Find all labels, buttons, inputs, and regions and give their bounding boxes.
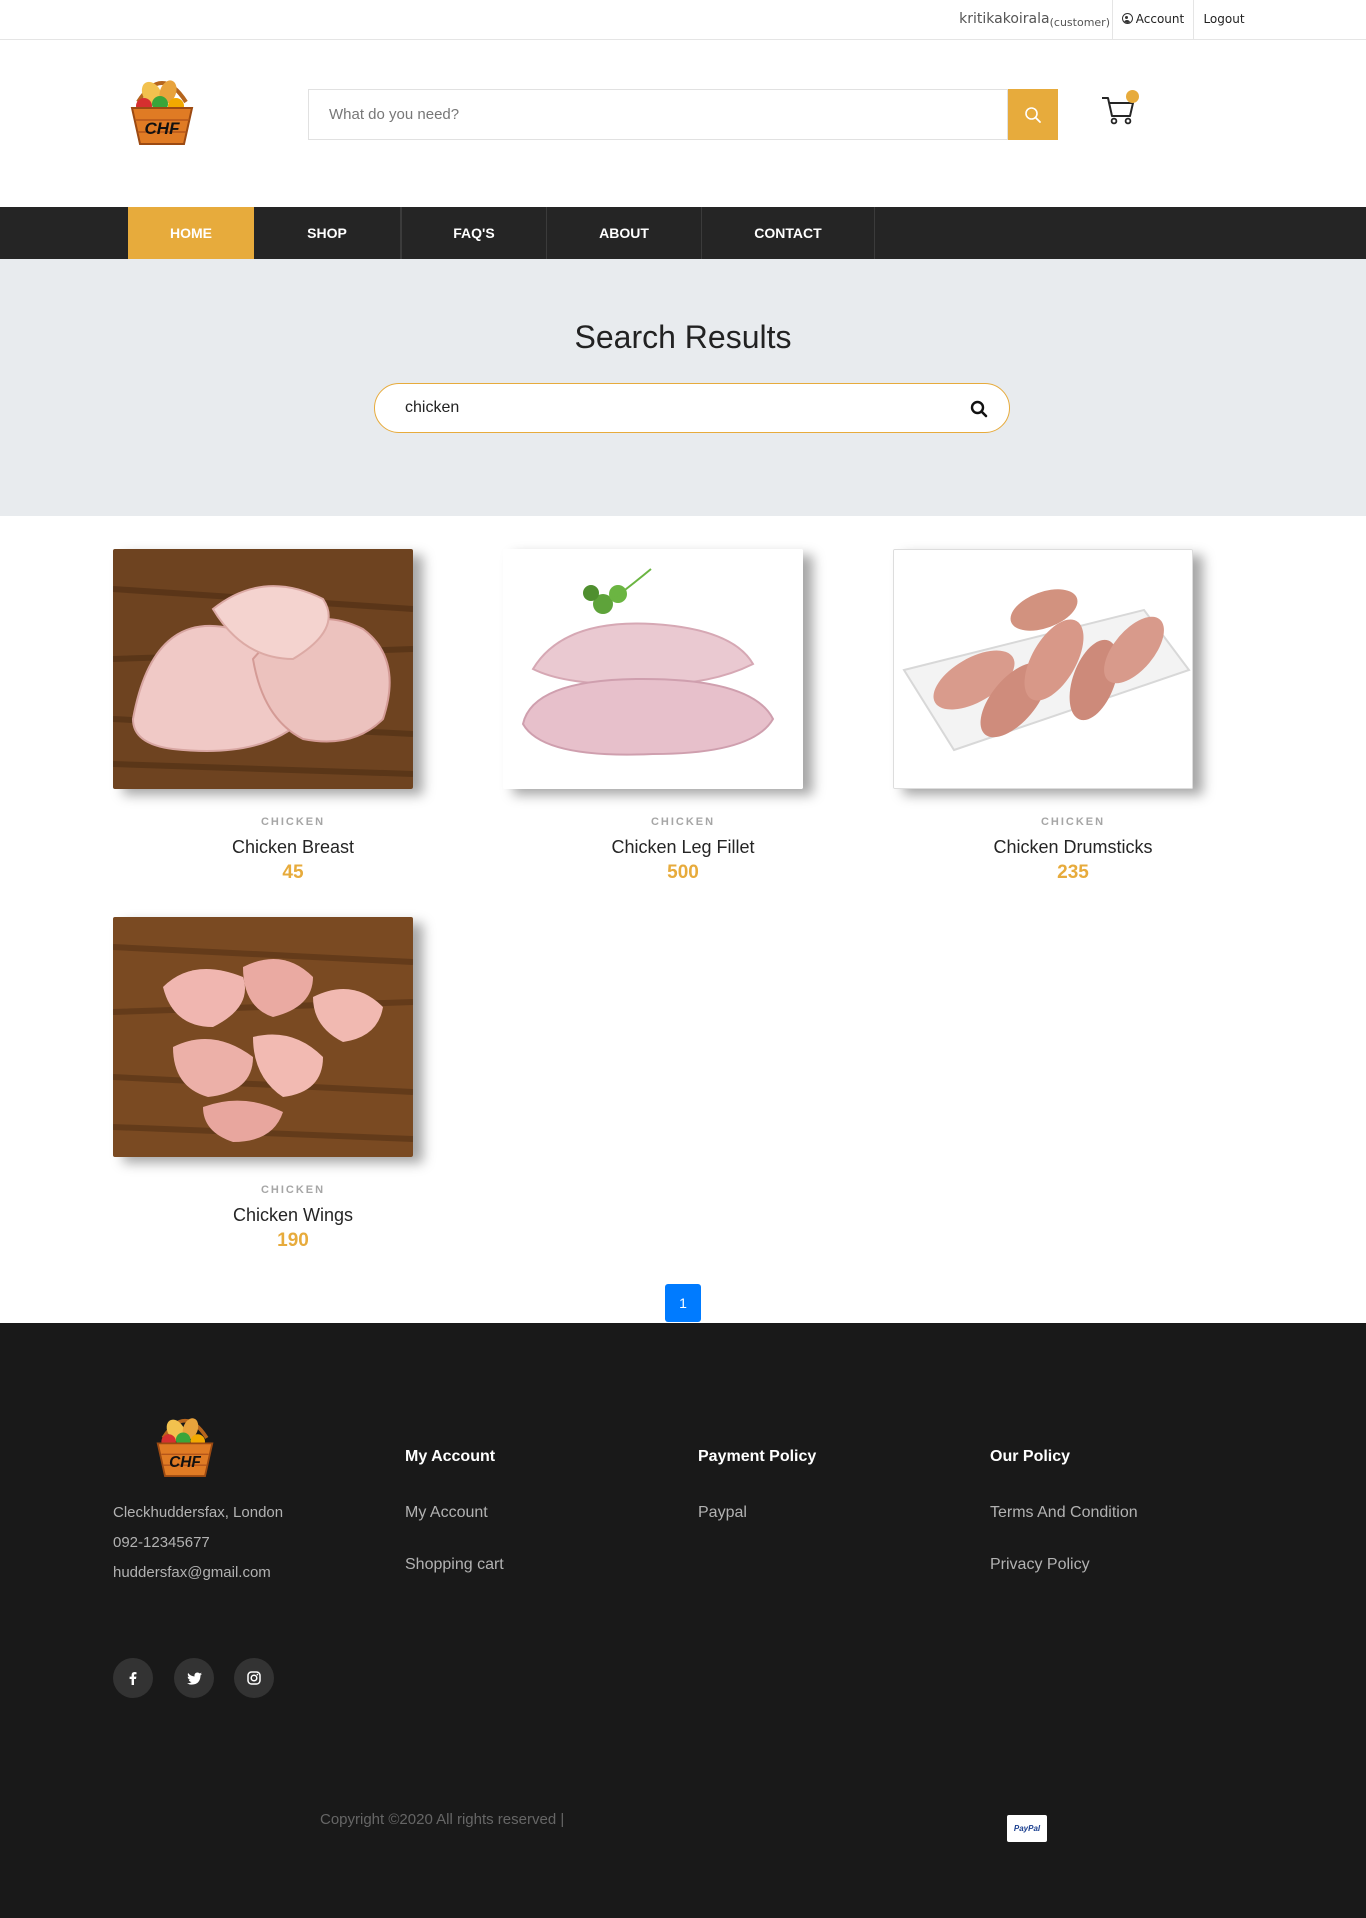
results-search: [374, 383, 1010, 433]
product-card: CHICKEN Chicken Leg Fillet 500: [503, 549, 823, 909]
twitter-button[interactable]: [174, 1658, 214, 1698]
logo-text: CHF: [145, 119, 181, 138]
paypal-badge-label: PayPal: [1013, 1824, 1041, 1833]
site-logo[interactable]: CHF: [118, 68, 206, 156]
footer-address: Cleckhuddersfax, London: [113, 1504, 284, 1521]
search-icon: [1025, 106, 1041, 123]
footer-email[interactable]: huddersfax@gmail.com: [113, 1564, 271, 1581]
nav-shop[interactable]: SHOP: [254, 207, 401, 259]
product-price: 235: [1057, 862, 1089, 883]
user-role: (customer): [1049, 16, 1110, 29]
account-link[interactable]: Account: [1112, 0, 1194, 40]
product-price: 190: [277, 1230, 309, 1251]
header-search-button[interactable]: [1008, 89, 1058, 140]
logout-link[interactable]: Logout: [1194, 0, 1254, 40]
main-nav: HOME SHOP FAQ'S ABOUT CONTACT: [0, 207, 1366, 259]
search-icon[interactable]: [969, 399, 989, 419]
results-search-input[interactable]: [375, 384, 935, 432]
account-label: Account: [1135, 12, 1185, 26]
nav-home-label: HOME: [170, 225, 212, 241]
facebook-button[interactable]: [113, 1658, 153, 1698]
nav-home[interactable]: HOME: [128, 207, 254, 259]
footer-logo[interactable]: CHF: [145, 1407, 225, 1487]
product-name[interactable]: Chicken Wings: [113, 1205, 473, 1226]
user-circle-icon: [1121, 13, 1133, 24]
header-search: [308, 89, 1008, 140]
product-name[interactable]: Chicken Leg Fillet: [503, 837, 863, 858]
nav-contact[interactable]: CONTACT: [702, 207, 875, 259]
product-card: CHICKEN Chicken Wings 190: [113, 917, 433, 1277]
nav-faqs-label: FAQ'S: [453, 225, 495, 241]
nav-about-label: ABOUT: [599, 225, 649, 241]
footer-link-paypal[interactable]: Paypal: [698, 1504, 747, 1522]
nav-contact-label: CONTACT: [754, 225, 822, 241]
product-category: CHICKEN: [650, 816, 716, 828]
cart-count-badge: [1126, 90, 1139, 103]
footer-phone: 092-12345677: [113, 1534, 210, 1551]
product-card: CHICKEN Chicken Breast 45: [113, 549, 433, 909]
user-info: kritikakoirala(customer): [959, 0, 1110, 40]
nav-faqs[interactable]: FAQ'S: [401, 207, 547, 259]
product-price: 500: [667, 862, 699, 883]
product-image-chicken-leg-fillet[interactable]: [503, 549, 803, 789]
cart-button[interactable]: [1100, 90, 1140, 132]
product-image-chicken-drumsticks[interactable]: [893, 549, 1193, 789]
facebook-icon: [129, 1672, 137, 1685]
copyright-text: Copyright ©2020 All rights reserved |: [320, 1811, 565, 1828]
instagram-icon: [247, 1671, 261, 1685]
footer-heading-payment-policy: Payment Policy: [698, 1448, 817, 1465]
footer-heading-my-account: My Account: [405, 1448, 496, 1465]
nav-about[interactable]: ABOUT: [547, 207, 702, 259]
nav-shop-label: SHOP: [307, 225, 347, 241]
footer-link-terms[interactable]: Terms And Condition: [990, 1504, 1138, 1522]
twitter-icon: [186, 1671, 202, 1685]
product-image-chicken-wings[interactable]: [113, 917, 413, 1157]
username: kritikakoirala: [959, 11, 1050, 27]
page-title: Search Results: [574, 319, 792, 355]
footer-link-privacy[interactable]: Privacy Policy: [990, 1556, 1090, 1574]
paypal-badge[interactable]: PayPal: [1007, 1815, 1047, 1842]
product-category: CHICKEN: [260, 1184, 326, 1196]
product-card: CHICKEN Chicken Drumsticks 235: [893, 549, 1213, 909]
footer: CHF Cleckhuddersfax, London 092-12345677…: [0, 1323, 1366, 1918]
instagram-button[interactable]: [234, 1658, 274, 1698]
product-category: CHICKEN: [1040, 816, 1106, 828]
product-price: 45: [282, 862, 304, 883]
footer-link-shopping-cart[interactable]: Shopping cart: [405, 1556, 504, 1574]
search-results-banner: Search Results: [0, 259, 1366, 516]
product-image-chicken-breast[interactable]: [113, 549, 413, 789]
footer-link-my-account[interactable]: My Account: [405, 1504, 488, 1522]
pagination-page-1[interactable]: 1: [665, 1284, 701, 1322]
header-search-input[interactable]: [309, 90, 1007, 139]
footer-logo-text: CHF: [169, 1454, 201, 1471]
product-name[interactable]: Chicken Drumsticks: [893, 837, 1253, 858]
product-name[interactable]: Chicken Breast: [113, 837, 473, 858]
logout-label: Logout: [1203, 12, 1245, 26]
top-bar: kritikakoirala(customer) Account Logout: [0, 0, 1366, 40]
product-category: CHICKEN: [260, 816, 326, 828]
footer-heading-our-policy: Our Policy: [990, 1448, 1071, 1465]
